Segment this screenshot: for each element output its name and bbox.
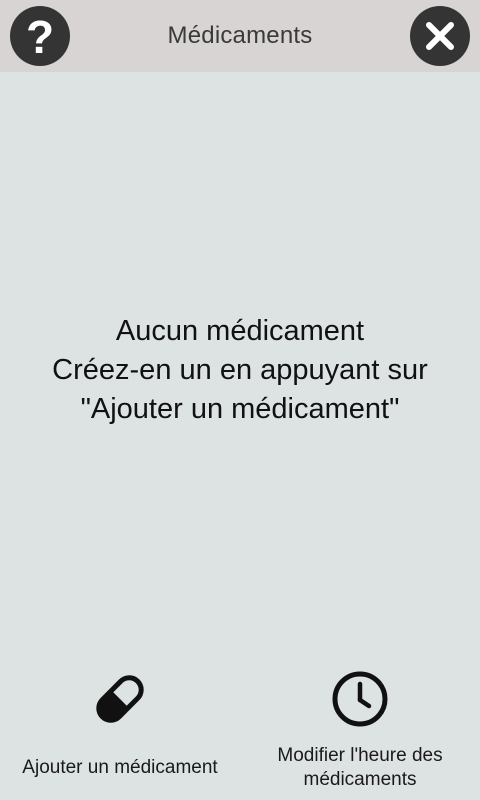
add-medication-button[interactable]: Ajouter un médicament [0, 660, 240, 800]
app-header: ? Médicaments [0, 0, 480, 72]
page-title: Médicaments [167, 22, 313, 49]
pill-icon [96, 675, 144, 723]
label-line: Modifier l'heure des [277, 745, 443, 766]
label-line: médicaments [303, 769, 417, 790]
clock-icon [332, 671, 388, 727]
edit-medication-time-button[interactable]: Modifier l'heure des médicaments [240, 660, 480, 800]
close-icon [426, 22, 454, 50]
empty-state-line: Créez-en un en appuyant sur [52, 354, 428, 386]
add-medication-label: Ajouter un médicament [22, 757, 218, 778]
edit-medication-time-label: Modifier l'heure des médicaments [277, 744, 442, 792]
empty-state-message: Aucun médicament Créez-en un en appuyant… [0, 312, 480, 429]
close-button[interactable] [410, 6, 470, 66]
empty-state-line: "Ajouter un médicament" [80, 393, 400, 425]
empty-state-line: Aucun médicament [115, 315, 365, 347]
